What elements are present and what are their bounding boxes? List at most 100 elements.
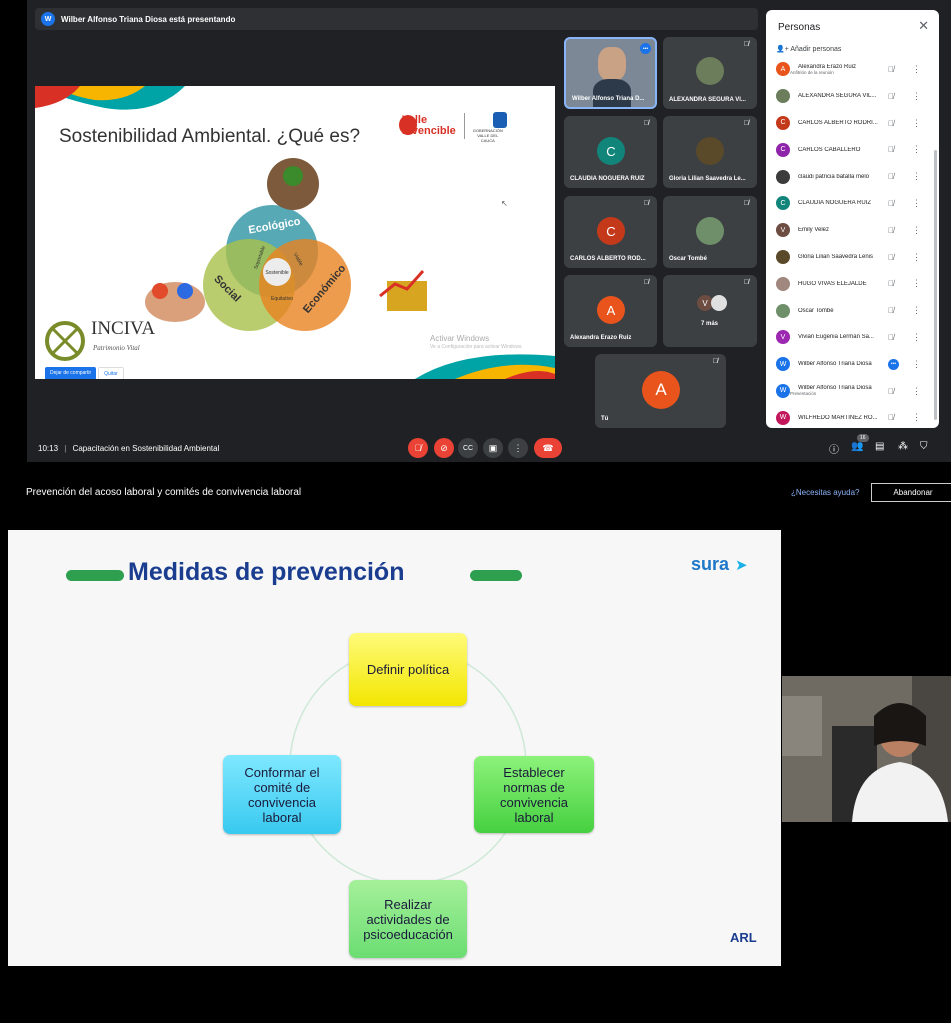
mic-off-icon: 🎙̸ [643,120,649,127]
meeting-time: 10:13 [38,444,59,453]
cursor-icon: ↖ [501,199,508,208]
people-scrollbar[interactable] [934,150,937,420]
participant-tile[interactable]: 🎙̸ C CARLOS ALBERTO ROD... [564,196,657,268]
step-label: Establecer normas de convivencia laboral [500,764,568,825]
participant-row[interactable]: HUGO VIVAS ELEJALDE 🎙̸ ⋮ [766,270,939,297]
captions-icon[interactable]: CC [458,438,478,458]
logo-divider [463,112,465,139]
more-vert-icon[interactable]: ⋮ [912,91,921,102]
participant-row[interactable]: ALEXANDRA SEGURA VIL... 🎙̸ ⋮ [766,83,939,110]
more-vert-icon[interactable]: ⋮ [912,359,921,370]
participant-name: claudi patricia bataIla melo [798,173,870,180]
help-link[interactable]: ¿Necesitas ayuda? [791,488,859,497]
step-define-policy: Definir política [349,633,467,706]
meeting-info: 10:13 | Capacitación en Sostenibilidad A… [38,444,219,453]
tile-name: Gloria Lilian Saavedra Le... [669,176,746,182]
remove-button[interactable]: Quitar [98,367,124,379]
avatar: A [776,62,790,77]
mic-off-icon: 🎙̸ [888,279,894,289]
avatar: C [597,217,625,245]
cam-off-icon[interactable]: ⊘ [434,438,454,458]
mic-off-icon: 🎙̸ [888,118,894,128]
participant-text: ALEXANDRA SEGURA VIL... [790,93,880,99]
participant-name: CARLOS CABALLERO [798,146,861,153]
participant-tile[interactable]: 🎙̸ ALEXANDRA SEGURA VI... [663,37,757,109]
more-vert-icon[interactable]: ⋮ [912,278,921,289]
mic-off-icon: 🎙̸ [888,413,894,423]
more-vert-icon[interactable]: ⋮ [912,305,921,316]
participant-row[interactable]: Oscar Tombé 🎙̸ ⋮ [766,297,939,324]
participant-row[interactable]: A Alexandra Erazo Ruiz Anfitrión de la reu… [766,56,939,83]
participant-role: Presentación [790,391,817,397]
more-vert-icon[interactable]: ⋮ [912,198,921,209]
participant-row[interactable]: W WILFREDO MARTINEZ RO... 🎙̸ ⋮ [766,404,939,428]
participant-text: HUGO VIVAS ELEJALDE [790,281,880,287]
chat-icon[interactable]: ▤ [875,441,884,452]
participant-row[interactable]: claudi patricia bataIla melo 🎙̸ ⋮ [766,163,939,190]
people-panel: Personas ✕ 👤+ Añadir personas A Alexandra… [766,10,939,428]
participant-tile[interactable]: 🎙̸ C CLAUDIA NOGUERA RUIZ [564,116,657,188]
self-tile[interactable]: 🎙̸ A Tú [595,354,726,428]
shared-slide: Sostenibilidad Ambiental. ¿Qué es? Ecoló… [35,86,555,379]
participant-role: Anfitrión de la reunión [790,69,834,75]
participant-tile[interactable]: 🎙̸ Oscar Tombé [663,196,757,268]
more-vert-icon[interactable]: ⋮ [912,332,921,343]
more-vert-icon[interactable]: ⋮ [912,171,921,182]
mic-off-icon: 🎙̸ [888,198,894,208]
more-vert-icon[interactable]: ⋮ [912,225,921,236]
avatar [776,89,790,104]
info-icon[interactable]: ⓘ [829,441,839,456]
presenter-avatar: W [41,12,55,26]
inciva-logo: INCIVA [87,318,155,340]
participant-tile[interactable]: ••• Wilber Alfonso Triana D... [564,37,657,109]
more-vert-icon[interactable]: ⋮ [912,252,921,263]
more-vert-icon[interactable]: ⋮ [912,64,921,75]
participant-row[interactable]: W Wilber Alfonso Triana Diosa ••• ⋮ [766,351,939,378]
participant-text: Emily Velez [790,227,880,233]
participant-text: Gloria Lilian Saavedra Lenis [790,254,880,260]
participant-row[interactable]: V Vivian Eugenia Lerman Sa... 🎙̸ ⋮ [766,324,939,351]
shield-icon[interactable]: ⛉ [920,441,928,452]
participant-row[interactable]: V Emily Velez 🎙̸ ⋮ [766,217,939,244]
mic-off-icon: 🎙̸ [888,225,894,235]
present-icon[interactable]: ▣ [483,438,503,458]
participant-name: Gloria Lilian Saavedra Lenis [798,253,874,260]
participant-row[interactable]: W Wilber Alfonso Triana Diosa Presentación… [766,378,939,405]
participant-row[interactable]: C CARLOS ALBERTO RODRI... 🎙̸ ⋮ [766,110,939,137]
close-icon[interactable]: ✕ [918,18,929,34]
presenter-webcam [782,676,951,822]
mic-off-icon[interactable]: 🎙̸ [408,438,428,458]
participant-tile[interactable]: 🎙̸ A Alexandra Erazo Ruiz [564,275,657,347]
activities-icon[interactable]: ⁂ [898,441,908,452]
participant-text: CLAUDIA NOGUERA RUIZ [790,200,880,206]
avatar: C [776,115,790,130]
participant-text: CARLOS ALBERTO RODRI... [790,120,880,126]
step-psychoeducation: Realizar actividades de psicoeducación [349,880,467,958]
more-participants-tile[interactable]: 🎙̸ V 7 más [663,275,757,347]
participant-text: WILFREDO MARTINEZ RO... [790,415,880,421]
step-label: Conformar el comité de convivencia labor… [244,764,320,825]
step-label: Realizar actividades de psicoeducación [363,896,453,942]
hangup-icon[interactable]: ☎ [534,438,562,458]
more-vert-icon[interactable]: ⋮ [912,118,921,129]
avatar [776,303,790,318]
inciva-subtitle: Patrimonio Vital [93,344,140,352]
valle-brand-line1: Valle [402,113,428,126]
self-avatar: A [642,371,680,409]
add-people-button[interactable]: 👤+ Añadir personas [776,45,841,53]
people-icon[interactable]: 👥 [851,441,863,452]
avatar: V [776,223,790,238]
more-vert-icon[interactable]: ⋮ [912,386,921,397]
participant-row[interactable]: C CLAUDIA NOGUERA RUIZ 🎙̸ ⋮ [766,190,939,217]
more-vert-icon[interactable]: ⋮ [912,412,921,423]
mic-off-icon: 🎙̸ [712,358,718,365]
participant-row[interactable]: Gloria Lilian Saavedra Lenis 🎙̸ ⋮ [766,244,939,271]
participant-tile[interactable]: 🎙̸ Gloria Lilian Saavedra Le... [663,116,757,188]
participant-name: ALEXANDRA SEGURA VIL... [798,93,877,100]
exit-button[interactable]: Abandonar [871,483,951,502]
tile-name: CARLOS ALBERTO ROD... [570,256,646,262]
more-vert-icon[interactable]: ⋮ [912,144,921,155]
more-icon[interactable]: ⋮ [508,438,528,458]
participant-row[interactable]: C CARLOS CABALLERO 🎙̸ ⋮ [766,136,939,163]
stop-sharing-button[interactable]: Dejar de compartir [45,367,97,379]
